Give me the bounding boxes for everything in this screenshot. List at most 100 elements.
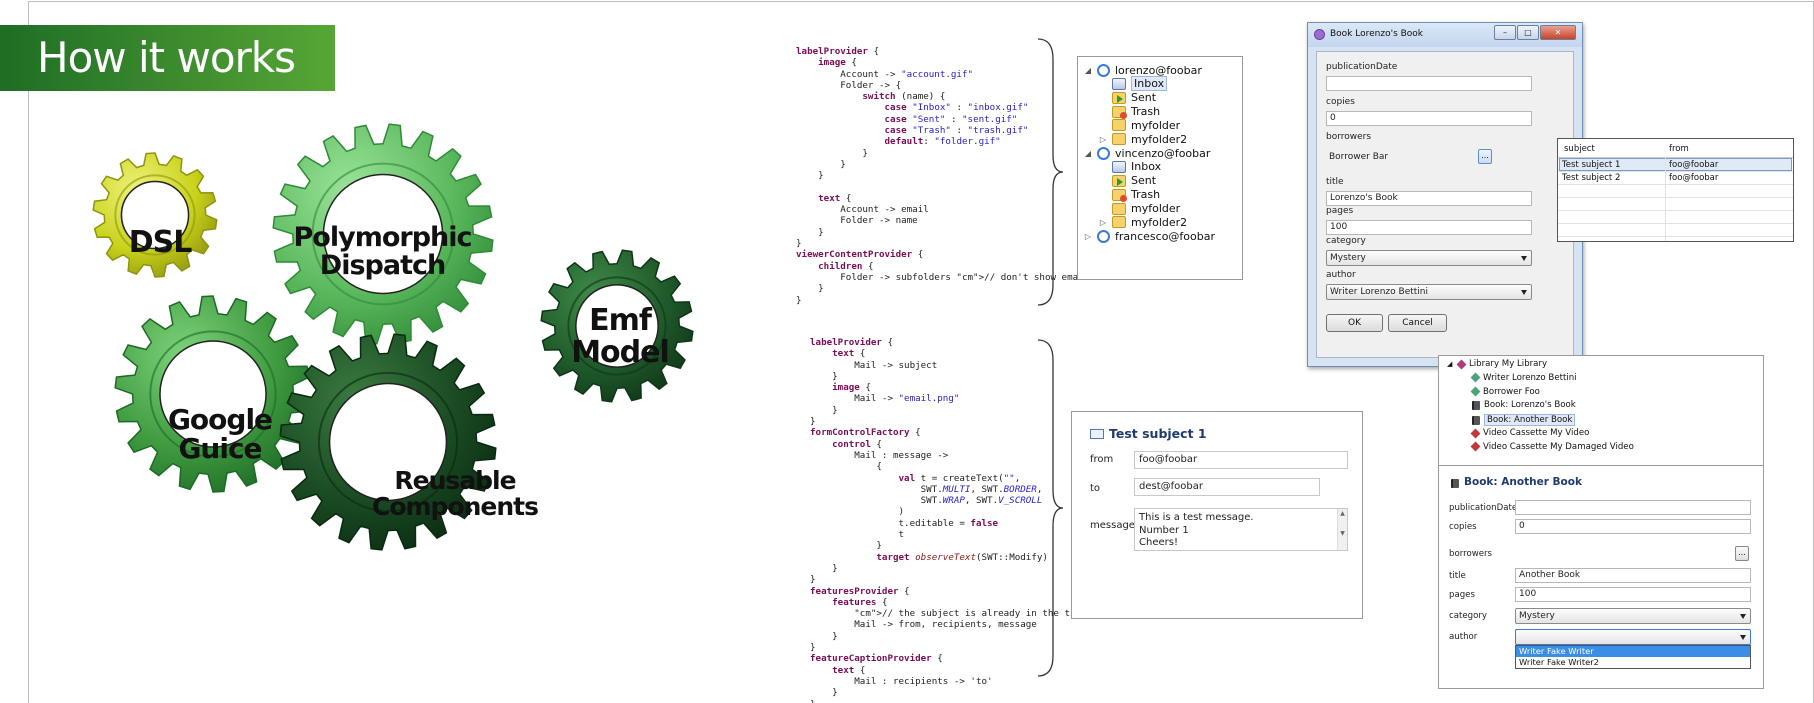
- lib-title-label: title: [1449, 571, 1466, 581]
- library-tree-item[interactable]: Borrower Foo: [1461, 387, 1540, 397]
- table-cell[interactable]: foo@foobar: [1669, 160, 1718, 170]
- brace-top: [1037, 38, 1064, 306]
- to-field[interactable]: dest@foobar: [1134, 478, 1320, 496]
- author-option[interactable]: Writer Fake Writer: [1516, 646, 1750, 657]
- minimize-icon[interactable]: –: [1494, 25, 1516, 40]
- title-field[interactable]: Lorenzo's Book: [1326, 191, 1532, 206]
- gear-label-google-guice: Google Guice: [167, 403, 273, 466]
- cancel-button[interactable]: Cancel: [1388, 314, 1447, 332]
- library-tree-item[interactable]: Video Cassette My Damaged Video: [1461, 442, 1634, 452]
- tree-item-label: Trash: [1131, 105, 1161, 119]
- tree-item-label: lorenzo@foobar: [1115, 63, 1202, 77]
- grid-line: [1558, 223, 1793, 224]
- lib-title-field[interactable]: Another Book: [1515, 568, 1751, 583]
- from-label: from: [1090, 454, 1114, 465]
- mail-envelope-icon: [1090, 429, 1104, 439]
- library-tree-item[interactable]: Book: Lorenzo's Book: [1461, 400, 1576, 410]
- twisty-icon[interactable]: ◢: [1084, 66, 1092, 75]
- from-field[interactable]: foo@foobar: [1134, 451, 1348, 469]
- table-cell[interactable]: Test subject 1: [1562, 160, 1620, 170]
- lib-category-label: category: [1449, 611, 1487, 621]
- message-label: message: [1090, 520, 1135, 531]
- gem-icon: [1470, 428, 1481, 438]
- lib-borrowers-label: borrowers: [1449, 549, 1493, 559]
- author-option[interactable]: Writer Fake Writer2: [1516, 657, 1750, 668]
- library-item-label: Library My Library: [1469, 359, 1548, 369]
- twisty-icon[interactable]: ▷: [1099, 135, 1107, 144]
- book-dialog: Book Lorenzo's Book – □ ✕ publicationDat…: [1307, 22, 1583, 367]
- borrowers-table[interactable]: subject from Test subject 1 foo@foobar Tes…: [1557, 138, 1794, 242]
- mail-tree-view[interactable]: ◢ lorenzo@foobar Inbox Sent Trash myfolder ▷ my…: [1077, 56, 1243, 280]
- column-header-from[interactable]: from: [1669, 144, 1689, 154]
- lib-author-label: author: [1449, 632, 1478, 642]
- folder-icon: [1112, 202, 1126, 215]
- divider: [1439, 465, 1763, 466]
- twisty-icon[interactable]: ◢: [1084, 149, 1092, 158]
- code-line: }: [810, 687, 838, 699]
- message-field[interactable]: This is a test message. Number 1 Cheers!: [1134, 508, 1348, 551]
- lib-author-combo[interactable]: [1515, 629, 1751, 645]
- table-cell[interactable]: foo@foobar: [1669, 173, 1718, 183]
- library-item-label: Book: Lorenzo's Book: [1484, 400, 1576, 411]
- book-icon: [1472, 415, 1480, 425]
- twisty-icon[interactable]: ▷: [1084, 232, 1092, 241]
- borrowers-value: Borrower Bar: [1329, 152, 1389, 162]
- grid-line: [1558, 171, 1793, 172]
- column-header-subject[interactable]: subject: [1564, 144, 1595, 154]
- borrowers-browse-button[interactable]: ...: [1478, 149, 1492, 164]
- tree-item-label: myfolder2: [1131, 132, 1188, 146]
- gear-label-dsl: DSL: [128, 225, 193, 260]
- library-editor: ◢ Library My Library Writer Lorenzo Bettin…: [1438, 355, 1764, 689]
- library-tree[interactable]: ◢ Library My Library Writer Lorenzo Bettin…: [1439, 356, 1763, 462]
- tree-item-label: myfolder2: [1131, 215, 1188, 229]
- tree-item-label: francesco@foobar: [1115, 229, 1216, 243]
- library-item-label: Book: Another Book: [1484, 414, 1576, 427]
- library-tree-item[interactable]: Book: Another Book: [1461, 414, 1576, 427]
- gem-icon: [1456, 359, 1467, 369]
- tree-item-label: Inbox: [1131, 160, 1162, 174]
- sent-icon: [1112, 91, 1126, 104]
- table-cell[interactable]: Test subject 2: [1562, 173, 1620, 183]
- twisty-icon[interactable]: ◢: [1447, 360, 1454, 368]
- app-icon: [1314, 29, 1325, 40]
- copies-label: copies: [1326, 97, 1355, 107]
- grid-line: [1558, 197, 1793, 198]
- lib-pubdate-field[interactable]: [1515, 500, 1751, 515]
- copies-field[interactable]: 0: [1326, 111, 1532, 126]
- lib-pages-field[interactable]: 100: [1515, 587, 1751, 602]
- author-combo[interactable]: Writer Lorenzo Bettini: [1326, 284, 1532, 300]
- lib-category-combo[interactable]: Mystery: [1515, 608, 1751, 624]
- tree-item-label: myfolder: [1131, 118, 1181, 132]
- tree-item-label: Sent: [1131, 174, 1157, 188]
- mail-form-title: Test subject 1: [1109, 426, 1207, 441]
- borrowers-label: borrowers: [1326, 132, 1372, 142]
- trash-icon: [1112, 105, 1127, 119]
- library-tree-item[interactable]: Video Cassette My Video: [1461, 428, 1589, 438]
- twisty-icon[interactable]: ▷: [1099, 218, 1107, 227]
- to-label: to: [1090, 483, 1101, 494]
- code-line: }: [810, 699, 1092, 703]
- lib-borrowers-button[interactable]: ...: [1735, 546, 1749, 561]
- account-icon: [1097, 63, 1110, 77]
- library-item-label: Writer Lorenzo Bettini: [1483, 372, 1577, 383]
- lib-pages-label: pages: [1449, 590, 1475, 600]
- author-label: author: [1326, 270, 1356, 280]
- sent-icon: [1112, 174, 1126, 187]
- lib-copies-field[interactable]: 0: [1515, 519, 1751, 534]
- close-icon[interactable]: ✕: [1540, 25, 1576, 40]
- ok-button[interactable]: OK: [1326, 314, 1383, 332]
- maximize-icon[interactable]: □: [1517, 25, 1539, 40]
- pubdate-label: publicationDate: [1326, 62, 1398, 72]
- library-tree-item[interactable]: Writer Lorenzo Bettini: [1461, 373, 1577, 383]
- gear-diagram: [92, 123, 694, 551]
- author-dropdown-list[interactable]: Writer Fake Writer Writer Fake Writer2: [1515, 645, 1751, 669]
- category-combo[interactable]: Mystery: [1326, 250, 1532, 266]
- tree-item-label: myfolder: [1131, 202, 1181, 215]
- pubdate-field[interactable]: [1326, 76, 1532, 91]
- tree-item-francesco-foobar[interactable]: ▷ francesco@foobar: [1084, 228, 1215, 244]
- library-tree-item[interactable]: ◢ Library My Library: [1447, 359, 1547, 369]
- inbox-icon: [1112, 77, 1126, 90]
- message-scrollbar[interactable]: ▲ ▼: [1337, 509, 1347, 550]
- pages-field[interactable]: 100: [1326, 220, 1532, 235]
- gear-label-reusable-components: Reusable Components: [371, 466, 539, 522]
